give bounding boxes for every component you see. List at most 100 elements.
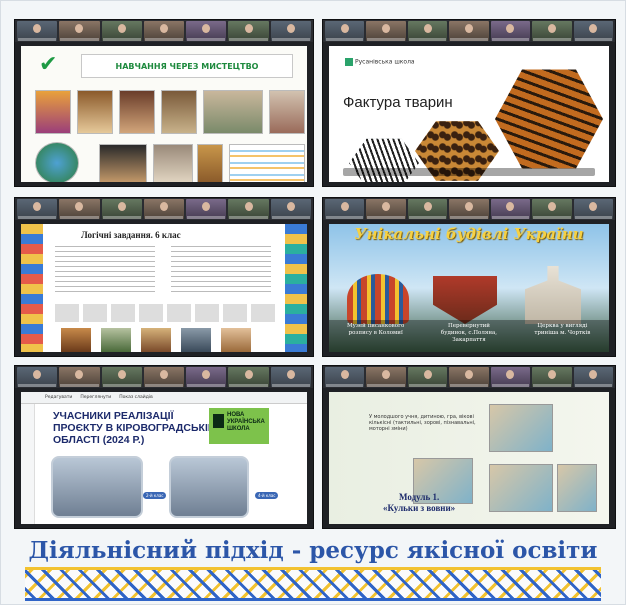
artwork-image bbox=[77, 90, 113, 134]
participant-thumb[interactable] bbox=[228, 199, 269, 219]
slide-title: Логічні завдання. 6 клас bbox=[81, 230, 181, 240]
participant-thumb[interactable] bbox=[17, 367, 58, 387]
participant-thumb[interactable] bbox=[325, 21, 365, 41]
logo-text: Русанівська школа bbox=[355, 58, 415, 66]
slide-title: Фактура тварин bbox=[343, 94, 453, 111]
artwork-image bbox=[197, 144, 223, 182]
nus-logo-icon bbox=[213, 414, 224, 428]
participant-thumb[interactable] bbox=[366, 21, 406, 41]
check-icon: ✔ bbox=[39, 52, 58, 77]
school-logo: Русанівська школа bbox=[345, 58, 415, 66]
participant-strip bbox=[323, 20, 615, 42]
task-text bbox=[171, 246, 271, 296]
classroom-photo bbox=[169, 456, 249, 518]
ornament-right bbox=[285, 224, 307, 352]
artwork-image bbox=[203, 90, 263, 134]
participant-thumb[interactable] bbox=[186, 367, 227, 387]
participant-thumb[interactable] bbox=[366, 367, 406, 387]
participant-thumb[interactable] bbox=[573, 199, 613, 219]
participant-thumb[interactable] bbox=[101, 21, 142, 41]
artwork-image bbox=[35, 90, 71, 134]
video-tile-3[interactable]: Логічні завдання. 6 клас bbox=[14, 197, 314, 357]
participant-thumb[interactable] bbox=[17, 199, 58, 219]
ornament-left bbox=[21, 224, 43, 352]
participant-thumb[interactable] bbox=[490, 199, 531, 219]
artwork-image bbox=[99, 144, 147, 182]
participant-thumb[interactable] bbox=[59, 21, 100, 41]
side-toolbar[interactable] bbox=[21, 404, 35, 524]
participant-thumb[interactable] bbox=[407, 21, 448, 41]
slide-title: НАВЧАННЯ ЧЕРЕЗ МИСТЕЦТВО bbox=[115, 61, 259, 71]
slide-paragraph: У молодшого учня, дитиною, гра, вікові к… bbox=[369, 414, 476, 432]
participant-thumb[interactable] bbox=[270, 199, 311, 219]
participant-thumb[interactable] bbox=[366, 199, 406, 219]
participant-strip bbox=[323, 198, 615, 220]
participant-thumb[interactable] bbox=[270, 367, 311, 387]
participant-thumb[interactable] bbox=[270, 21, 311, 41]
activity-photo bbox=[489, 464, 553, 512]
caption-row: Музей писанкового розпису в Коломиї Пере… bbox=[329, 320, 609, 352]
participant-thumb[interactable] bbox=[101, 199, 142, 219]
player-controls[interactable] bbox=[343, 168, 595, 176]
presentation-menubar: Редагувати Переглянути Показ слайдів bbox=[21, 392, 307, 404]
participant-thumb[interactable] bbox=[407, 199, 448, 219]
participant-strip bbox=[15, 366, 313, 388]
art-image bbox=[141, 328, 171, 352]
grade-chip: 2-й клас bbox=[143, 492, 167, 499]
participant-thumb[interactable] bbox=[325, 199, 365, 219]
participant-thumb[interactable] bbox=[228, 367, 269, 387]
participant-thumb[interactable] bbox=[449, 21, 489, 41]
video-tile-6[interactable]: У молодшого учня, дитиною, гра, вікові к… bbox=[322, 365, 616, 529]
module-title: Модуль 1. «Кульки з вовни» bbox=[383, 492, 455, 514]
caption-3: Церква у вигляді триніша м. Чортків bbox=[534, 323, 591, 336]
participant-thumb[interactable] bbox=[186, 199, 227, 219]
slide-title: Унікальні будівлі України bbox=[354, 225, 584, 243]
participant-thumb[interactable] bbox=[490, 21, 531, 41]
participant-strip bbox=[15, 198, 313, 220]
menu-item-edit[interactable]: Редагувати bbox=[45, 395, 72, 400]
participant-strip bbox=[323, 366, 615, 388]
menu-item-view[interactable]: Переглянути bbox=[80, 395, 111, 400]
participant-thumb[interactable] bbox=[532, 21, 572, 41]
participant-thumb[interactable] bbox=[532, 199, 572, 219]
embroidery-ornament bbox=[25, 567, 601, 601]
participant-thumb[interactable] bbox=[490, 367, 531, 387]
participant-thumb[interactable] bbox=[143, 199, 185, 219]
badge-text: НОВА УКРАЇНСЬКА ШКОЛА bbox=[227, 412, 265, 432]
participant-thumb[interactable] bbox=[449, 199, 489, 219]
participant-thumb[interactable] bbox=[228, 21, 269, 41]
participant-thumb[interactable] bbox=[407, 367, 448, 387]
participant-thumb[interactable] bbox=[532, 367, 572, 387]
module-line-2: «Кульки з вовни» bbox=[383, 503, 456, 513]
participant-thumb[interactable] bbox=[59, 367, 100, 387]
participant-thumb[interactable] bbox=[449, 367, 489, 387]
participant-thumb[interactable] bbox=[101, 367, 142, 387]
upside-down-house-image bbox=[433, 276, 497, 324]
task-text bbox=[55, 246, 155, 296]
collage-frame: ✔ НАВЧАННЯ ЧЕРЕЗ МИСТЕЦТВО Русанівська ш… bbox=[0, 0, 626, 605]
participant-thumb[interactable] bbox=[186, 21, 227, 41]
shared-slide: Русанівська школа Фактура тварин bbox=[329, 46, 609, 182]
art-image bbox=[61, 328, 91, 352]
video-tile-1[interactable]: ✔ НАВЧАННЯ ЧЕРЕЗ МИСТЕЦТВО bbox=[14, 19, 314, 187]
participant-thumb[interactable] bbox=[17, 21, 58, 41]
artwork-image bbox=[35, 142, 79, 182]
classroom-photo bbox=[51, 456, 143, 518]
participant-thumb[interactable] bbox=[573, 367, 613, 387]
participant-thumb[interactable] bbox=[573, 21, 613, 41]
video-tile-5[interactable]: Редагувати Переглянути Показ слайдів УЧА… bbox=[14, 365, 314, 529]
participant-thumb[interactable] bbox=[143, 367, 185, 387]
participant-thumb[interactable] bbox=[143, 21, 185, 41]
art-image bbox=[101, 328, 131, 352]
tiger-cat-image bbox=[495, 69, 603, 169]
participant-thumb[interactable] bbox=[59, 199, 100, 219]
easter-egg-museum-image bbox=[347, 274, 409, 324]
menu-item-slideshow[interactable]: Показ слайдів bbox=[119, 395, 152, 400]
art-image bbox=[181, 328, 211, 352]
video-tile-2[interactable]: Русанівська школа Фактура тварин bbox=[322, 19, 616, 187]
caption-2: Перевернутий будинок, с.Поляна, Закарпат… bbox=[440, 323, 498, 343]
video-tile-4[interactable]: Унікальні будівлі України Музей писанков… bbox=[322, 197, 616, 357]
shared-slide: Редагувати Переглянути Показ слайдів УЧА… bbox=[21, 392, 307, 524]
activity-photo bbox=[489, 404, 553, 452]
participant-thumb[interactable] bbox=[325, 367, 365, 387]
